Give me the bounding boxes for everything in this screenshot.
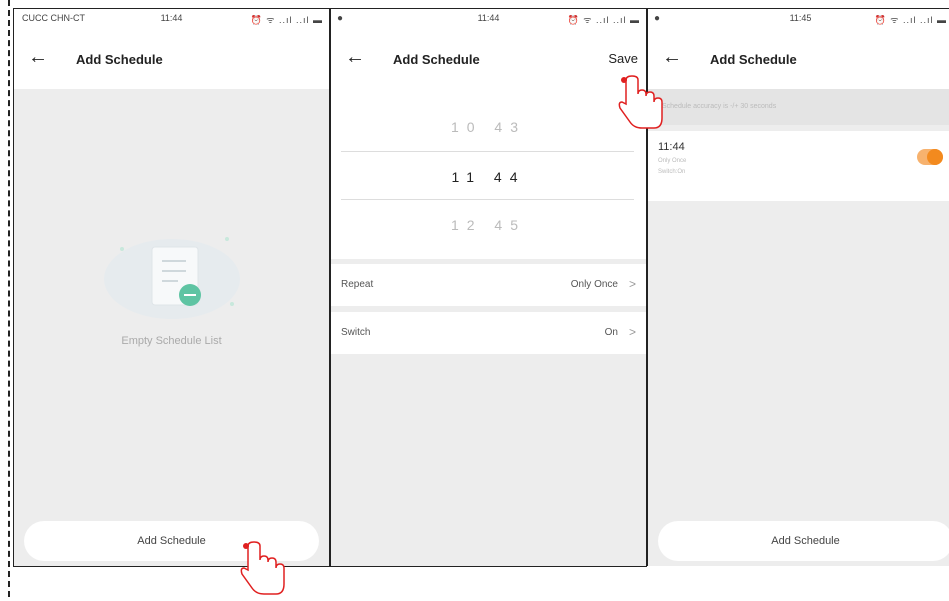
empty-list-illustration-icon [104, 237, 240, 319]
app-header: ← Add Schedule Save [331, 29, 646, 89]
schedule-repeat: Only Once [658, 158, 687, 164]
picker-row-above[interactable]: 10 43 [331, 119, 646, 135]
toggle-knob [927, 149, 943, 165]
save-button[interactable]: Save [608, 51, 638, 66]
app-header: ← Add Schedule [648, 29, 949, 89]
accuracy-notice: Schedule accuracy is -/+ 30 seconds [648, 89, 949, 125]
tap-marker [243, 543, 249, 549]
empty-schedule-screen: CUCC CHN-CT 11:44 ⏰ ᯤ ..ıl ..ıl ▬ ← Add … [13, 8, 330, 567]
switch-row[interactable]: Switch On > [331, 312, 646, 354]
arrow-left-icon[interactable]: ← [662, 46, 682, 69]
empty-list-text: Empty Schedule List [121, 335, 222, 347]
status-bar: ● 11:44 ⏰ ᯤ ..ıl ..ıl ▬ [331, 9, 646, 29]
page-title: Add Schedule [76, 52, 163, 67]
switch-label: Switch [341, 327, 371, 338]
add-schedule-form-screen: ● 11:44 ⏰ ᯤ ..ıl ..ıl ▬ ← Add Schedule S… [330, 8, 647, 567]
schedule-list-screen: ● 11:45 ⏰ ᯤ ..ıl ..ıl ▬ ← Add Schedule S… [647, 8, 949, 566]
status-icons: ⏰ ᯤ ..ıl ..ıl ▬ [250, 15, 323, 25]
picker-row-selected[interactable]: 11 44 [331, 169, 646, 185]
page-title: Add Schedule [393, 52, 480, 67]
hand-pointer-icon [618, 74, 668, 130]
picker-divider [341, 151, 634, 152]
repeat-label: Repeat [341, 279, 374, 290]
page-title: Add Schedule [710, 52, 797, 67]
status-icons: ⏰ ᯤ ..ıl ..ıl ▬ [874, 15, 947, 25]
schedule-item[interactable]: 11:44 Only Once Switch:On [648, 131, 949, 201]
status-bar: CUCC CHN-CT 11:44 ⏰ ᯤ ..ıl ..ıl ▬ [14, 9, 329, 29]
picker-row-below[interactable]: 12 45 [331, 217, 646, 233]
time-picker[interactable]: 10 43 11 44 12 45 [331, 89, 646, 259]
switch-value: On [604, 327, 618, 338]
arrow-left-icon[interactable]: ← [28, 46, 48, 69]
tap-marker [621, 77, 627, 83]
dashed-border [8, 0, 10, 597]
repeat-row[interactable]: Repeat Only Once > [331, 264, 646, 306]
repeat-value: Only Once [570, 279, 618, 290]
status-bar: ● 11:45 ⏰ ᯤ ..ıl ..ıl ▬ [648, 9, 949, 29]
schedule-switch: Switch:On [658, 169, 686, 175]
schedule-time: 11:44 [658, 141, 685, 153]
app-header: ← Add Schedule [14, 29, 329, 89]
chevron-right-icon: > [628, 277, 636, 291]
status-icons: ⏰ ᯤ ..ıl ..ıl ▬ [567, 15, 640, 25]
schedule-toggle[interactable] [917, 149, 943, 165]
add-schedule-button[interactable]: Add Schedule [658, 521, 949, 561]
hand-pointer-icon [240, 540, 290, 596]
arrow-left-icon[interactable]: ← [345, 46, 365, 69]
chevron-right-icon: > [628, 325, 636, 339]
picker-divider [341, 199, 634, 200]
